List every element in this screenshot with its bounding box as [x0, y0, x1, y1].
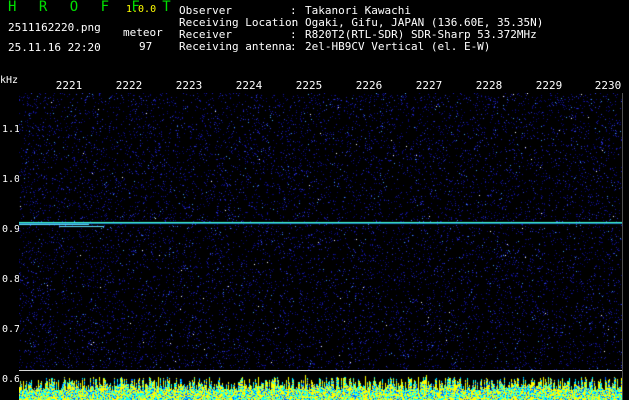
location-separator: : [290, 16, 297, 29]
spectrogram-waterfall [19, 93, 622, 400]
signal-strength-divider [19, 370, 622, 371]
x-tick-label: 2227 [415, 79, 443, 92]
observer-label: Observer [179, 4, 232, 17]
x-tick-label: 2228 [475, 79, 503, 92]
detection-count: 97 [139, 40, 153, 53]
x-tick-label: 2221 [55, 79, 83, 92]
x-tick-label: 2226 [355, 79, 383, 92]
y-tick-label: 1.0 [2, 174, 21, 185]
receiver-separator: : [290, 28, 297, 41]
receiver-value: R820T2(RTL-SDR) SDR-Sharp 53.372MHz [305, 28, 537, 41]
x-tick-label: 2225 [295, 79, 323, 92]
datetime-label: 25.11.16 22:20 [8, 41, 101, 54]
x-tick-label: 2230 [594, 79, 622, 92]
y-tick-label: 0.6 [2, 374, 21, 385]
y-tick-label: 0.8 [2, 274, 21, 285]
x-tick-label: 2229 [535, 79, 563, 92]
plot-right-border [622, 93, 623, 400]
y-tick-label: 0.9 [2, 224, 21, 235]
y-tick-label: 0.7 [2, 324, 21, 335]
filename-label: 2511162220.png [8, 21, 101, 34]
receiver-label: Receiver [179, 28, 232, 41]
app-version: 1.0.0 [126, 4, 157, 15]
frequency-unit-label: kHz [0, 75, 19, 86]
location-label: Receiving Location [179, 16, 299, 29]
antenna-value: 2el-HB9CV Vertical (el. E-W) [305, 40, 491, 53]
x-tick-label: 2224 [235, 79, 263, 92]
x-tick-label: 2223 [175, 79, 203, 92]
antenna-separator: : [290, 40, 297, 53]
hrofft-screen: H R O F F T 1.0.0 2511162220.png 25.11.1… [0, 0, 629, 400]
location-value: Ogaki, Gifu, JAPAN (136.60E, 35.35N) [305, 16, 544, 29]
x-tick-label: 2222 [115, 79, 143, 92]
detection-type-label: meteor [123, 26, 163, 39]
y-tick-label: 1.1 [2, 124, 21, 135]
observer-value: Takanori Kawachi [305, 4, 411, 17]
antenna-label: Receiving antenna [179, 40, 292, 53]
observer-separator: : [290, 4, 297, 17]
